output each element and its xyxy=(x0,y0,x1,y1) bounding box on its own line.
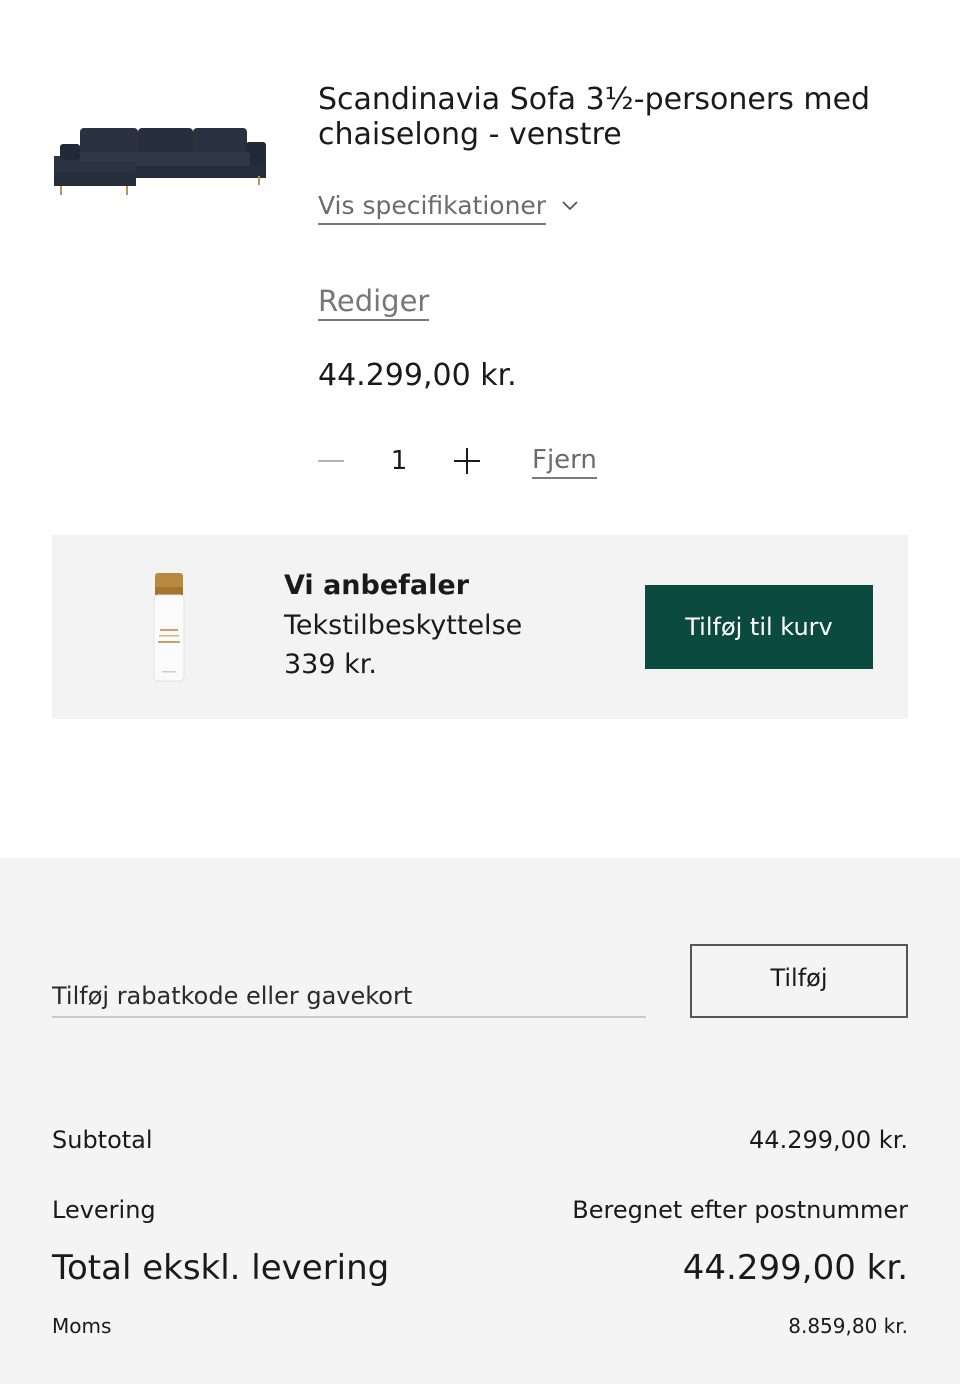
product-title: Scandinavia Sofa 3½-personers med chaise… xyxy=(318,82,871,152)
quantity-value: 1 xyxy=(390,446,408,476)
sofa-image[interactable] xyxy=(52,118,268,198)
recommendation-product-name: Tekstilbeskyttelse xyxy=(284,610,523,641)
subtotal-value: 44.299,00 kr. xyxy=(749,1126,908,1154)
product-price: 44.299,00 kr. xyxy=(318,358,517,393)
recommendation-price: 339 kr. xyxy=(284,649,377,680)
plus-icon[interactable] xyxy=(452,446,482,476)
apply-discount-button[interactable]: Tilføj xyxy=(690,944,908,1018)
delivery-value: Beregnet efter postnummer xyxy=(572,1196,908,1224)
recommendation-heading: Vi anbefaler xyxy=(284,570,470,601)
chevron-down-icon xyxy=(562,201,578,211)
show-specifications-toggle[interactable]: Vis specifikationer xyxy=(318,190,580,226)
cart-page: Scandinavia Sofa 3½-personers med chaise… xyxy=(0,0,960,1384)
delivery-label: Levering xyxy=(52,1196,156,1224)
vat-label: Moms xyxy=(52,1314,112,1338)
edit-link[interactable]: Rediger xyxy=(318,284,430,321)
remove-link[interactable]: Fjern xyxy=(532,444,597,479)
subtotal-label: Subtotal xyxy=(52,1126,153,1154)
add-to-cart-button[interactable]: Tilføj til kurv xyxy=(645,585,873,669)
recommendation-panel: Vi anbefaler Tekstilbeskyttelse 339 kr. … xyxy=(52,535,908,719)
textile-protector-bottle-image[interactable] xyxy=(152,571,186,683)
vat-value: 8.859,80 kr. xyxy=(788,1314,908,1338)
minus-icon[interactable] xyxy=(318,446,346,476)
total-label: Total ekskl. levering xyxy=(52,1248,390,1288)
discount-code-input[interactable] xyxy=(52,976,646,1018)
specifications-label: Vis specifikationer xyxy=(318,190,547,225)
total-value: 44.299,00 kr. xyxy=(682,1248,908,1288)
order-summary: Tilføj Subtotal 44.299,00 kr. Levering B… xyxy=(0,858,960,1384)
